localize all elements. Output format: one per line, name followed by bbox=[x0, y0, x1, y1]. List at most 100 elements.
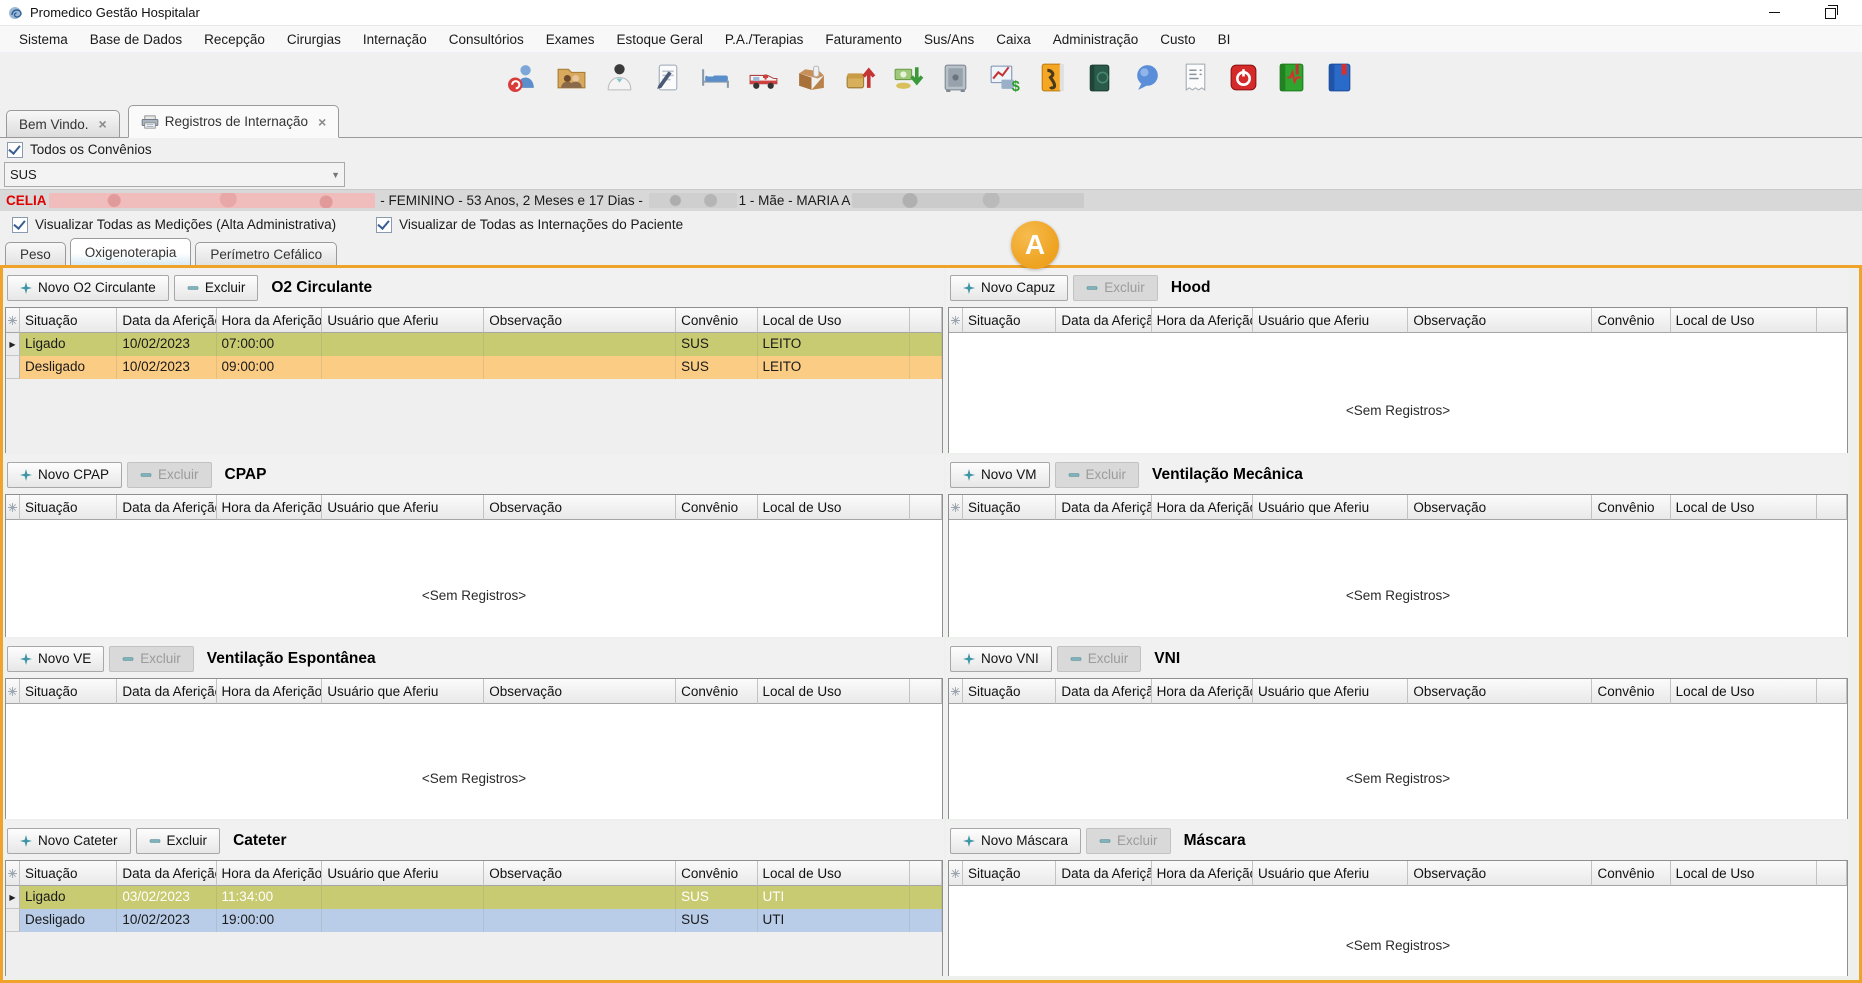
hospital-bed-icon[interactable] bbox=[697, 59, 734, 96]
column-header-hora-da-aferic-a-o[interactable]: Hora da Aferição bbox=[1151, 308, 1254, 333]
column-header-observac-a-o[interactable]: Observação bbox=[1408, 679, 1593, 704]
column-header-situac-a-o[interactable]: Situação bbox=[20, 861, 118, 886]
billing-icon[interactable]: $ bbox=[985, 59, 1022, 96]
column-header-observac-a-o[interactable]: Observação bbox=[484, 679, 677, 704]
column-header-situac-a-o[interactable]: Situação bbox=[963, 861, 1057, 886]
column-header-usua-rio-que-aferiu[interactable]: Usuário que Aferiu bbox=[1253, 495, 1409, 520]
tab-oxigenoterapia[interactable]: Oxigenoterapia bbox=[69, 238, 192, 265]
column-header-usua-rio-que-aferiu[interactable]: Usuário que Aferiu bbox=[322, 861, 485, 886]
excluir-cateter-button[interactable]: Excluir bbox=[135, 827, 221, 854]
menu-base-de-dados[interactable]: Base de Dados bbox=[79, 28, 193, 51]
column-header-hora-da-aferic-a-o[interactable]: Hora da Aferição bbox=[1151, 679, 1254, 704]
column-header-situac-a-o[interactable]: Situação bbox=[20, 308, 118, 333]
todos-convenios-checkbox[interactable] bbox=[7, 141, 23, 158]
close-icon[interactable]: × bbox=[99, 116, 107, 132]
excluir-o2-circulante-button[interactable]: Excluir bbox=[173, 274, 259, 301]
novo-ventilacao-mecanica-button[interactable]: Novo VM bbox=[950, 461, 1050, 488]
column-header-local-de-uso[interactable]: Local de Uso bbox=[1670, 861, 1817, 886]
column-header-hora-da-aferic-a-o[interactable]: Hora da Aferição bbox=[1151, 861, 1254, 886]
medical-form-icon[interactable] bbox=[649, 59, 686, 96]
menu-custo[interactable]: Custo bbox=[1149, 28, 1206, 51]
column-header-situac-a-o[interactable]: Situação bbox=[963, 308, 1057, 333]
records-grid[interactable]: Situação Data da Aferição Hora da Aferição… bbox=[948, 494, 1848, 637]
excluir-hood-button[interactable]: Excluir bbox=[1073, 274, 1158, 301]
column-header-conve-nio[interactable]: Convênio bbox=[676, 495, 758, 520]
column-header-observac-a-o[interactable]: Observação bbox=[484, 861, 677, 886]
column-header-observac-a-o[interactable]: Observação bbox=[484, 495, 677, 520]
records-grid[interactable]: Situação Data da Aferição Hora da Aferição… bbox=[948, 678, 1848, 819]
tab-registros-de-internac-a-o[interactable]: Registros de Internação × bbox=[127, 105, 340, 138]
novo-hood-button[interactable]: Novo Capuz bbox=[950, 274, 1069, 301]
sync-patient-icon[interactable] bbox=[505, 59, 542, 96]
visualizar-medicoes-checkbox[interactable] bbox=[12, 216, 28, 233]
table-row[interactable]: Desligado 10/02/2023 19:00:00 SUS UTI bbox=[6, 909, 942, 932]
invoice-icon[interactable] bbox=[1177, 59, 1214, 96]
patient-records-icon[interactable] bbox=[553, 59, 590, 96]
chat-icon[interactable] bbox=[1129, 59, 1166, 96]
menu-sus-ans[interactable]: Sus/Ans bbox=[913, 28, 985, 51]
column-header-observac-a-o[interactable]: Observação bbox=[1408, 308, 1593, 333]
column-header-usua-rio-que-aferiu[interactable]: Usuário que Aferiu bbox=[322, 308, 485, 333]
restore-button[interactable] bbox=[1816, 2, 1844, 24]
column-header-data-da-aferic-a-o[interactable]: Data da Aferição bbox=[1056, 495, 1152, 520]
tab-peri-metro-cefa-lico[interactable]: Perímetro Cefálico bbox=[195, 242, 338, 265]
stock-icon[interactable] bbox=[793, 59, 830, 96]
visualizar-internacoes-checkbox[interactable] bbox=[376, 216, 393, 233]
menu-exames[interactable]: Exames bbox=[535, 28, 606, 51]
menu-recepc-a-o[interactable]: Recepção bbox=[193, 28, 276, 51]
column-header-observac-a-o[interactable]: Observação bbox=[484, 308, 677, 333]
table-row[interactable]: ▶ Ligado 03/02/2023 11:34:00 SUS UTI bbox=[6, 886, 942, 909]
column-header-local-de-uso[interactable]: Local de Uso bbox=[1670, 308, 1817, 333]
column-header-local-de-uso[interactable]: Local de Uso bbox=[1670, 495, 1817, 520]
column-header-conve-nio[interactable]: Convênio bbox=[1592, 308, 1671, 333]
expenses-icon[interactable] bbox=[841, 59, 878, 96]
records-grid[interactable]: Situação Data da Aferição Hora da Aferição… bbox=[5, 307, 943, 453]
column-header-hora-da-aferic-a-o[interactable]: Hora da Aferição bbox=[1151, 495, 1254, 520]
minimize-button[interactable] bbox=[1760, 2, 1788, 24]
novo-o2-circulante-button[interactable]: Novo O2 Circulante bbox=[7, 274, 169, 301]
column-header-observac-a-o[interactable]: Observação bbox=[1408, 861, 1593, 886]
column-header-local-de-uso[interactable]: Local de Uso bbox=[757, 308, 911, 333]
column-header-local-de-uso[interactable]: Local de Uso bbox=[757, 679, 911, 704]
convenio-dropdown[interactable]: SUS ▼ bbox=[4, 162, 345, 187]
novo-vni-button[interactable]: Novo VNI bbox=[950, 645, 1052, 672]
ledger-icon[interactable] bbox=[1081, 59, 1118, 96]
column-header-usua-rio-que-aferiu[interactable]: Usuário que Aferiu bbox=[1253, 679, 1409, 704]
menu-consulto-rios[interactable]: Consultórios bbox=[438, 28, 535, 51]
tab-bem-vindo[interactable]: Bem Vindo. × bbox=[6, 110, 120, 137]
column-header-data-da-aferic-a-o[interactable]: Data da Aferição bbox=[117, 495, 217, 520]
excluir-ventilacao-espontanea-button[interactable]: Excluir bbox=[109, 645, 194, 672]
vitals-icon[interactable] bbox=[1273, 59, 1310, 96]
records-grid[interactable]: Situação Data da Aferição Hora da Aferição… bbox=[5, 860, 943, 976]
novo-mascara-button[interactable]: Novo Máscara bbox=[950, 827, 1082, 854]
column-header-situac-a-o[interactable]: Situação bbox=[963, 679, 1057, 704]
column-header-conve-nio[interactable]: Convênio bbox=[676, 861, 758, 886]
phone-directory-icon[interactable] bbox=[1033, 59, 1070, 96]
column-header-conve-nio[interactable]: Convênio bbox=[1592, 495, 1671, 520]
menu-cirurgias[interactable]: Cirurgias bbox=[276, 28, 352, 51]
schedule-icon[interactable] bbox=[1321, 59, 1358, 96]
menu-bi[interactable]: BI bbox=[1207, 28, 1242, 51]
doctor-icon[interactable] bbox=[601, 59, 638, 96]
column-header-data-da-aferic-a-o[interactable]: Data da Aferição bbox=[1056, 308, 1152, 333]
novo-cpap-button[interactable]: Novo CPAP bbox=[7, 461, 123, 488]
menu-caixa[interactable]: Caixa bbox=[985, 28, 1042, 51]
table-row[interactable]: Desligado 10/02/2023 09:00:00 SUS LEITO bbox=[6, 356, 942, 379]
excluir-cpap-button[interactable]: Excluir bbox=[127, 461, 212, 488]
column-header-local-de-uso[interactable]: Local de Uso bbox=[757, 861, 911, 886]
column-header-usua-rio-que-aferiu[interactable]: Usuário que Aferiu bbox=[322, 495, 485, 520]
novo-ventilacao-espontanea-button[interactable]: Novo VE bbox=[7, 645, 105, 672]
tab-peso[interactable]: Peso bbox=[5, 242, 66, 265]
menu-internac-a-o[interactable]: Internação bbox=[352, 28, 438, 51]
excluir-ventilacao-mecanica-button[interactable]: Excluir bbox=[1054, 461, 1140, 488]
column-header-hora-da-aferic-a-o[interactable]: Hora da Aferição bbox=[216, 679, 323, 704]
column-header-situac-a-o[interactable]: Situação bbox=[20, 495, 118, 520]
receipts-icon[interactable] bbox=[889, 59, 926, 96]
column-header-conve-nio[interactable]: Convênio bbox=[676, 308, 758, 333]
menu-administrac-a-o[interactable]: Administração bbox=[1042, 28, 1150, 51]
column-header-hora-da-aferic-a-o[interactable]: Hora da Aferição bbox=[216, 861, 323, 886]
column-header-data-da-aferic-a-o[interactable]: Data da Aferição bbox=[1056, 679, 1152, 704]
menu-p-a-terapias[interactable]: P.A./Terapias bbox=[714, 28, 815, 51]
column-header-data-da-aferic-a-o[interactable]: Data da Aferição bbox=[117, 308, 217, 333]
column-header-situac-a-o[interactable]: Situação bbox=[20, 679, 118, 704]
